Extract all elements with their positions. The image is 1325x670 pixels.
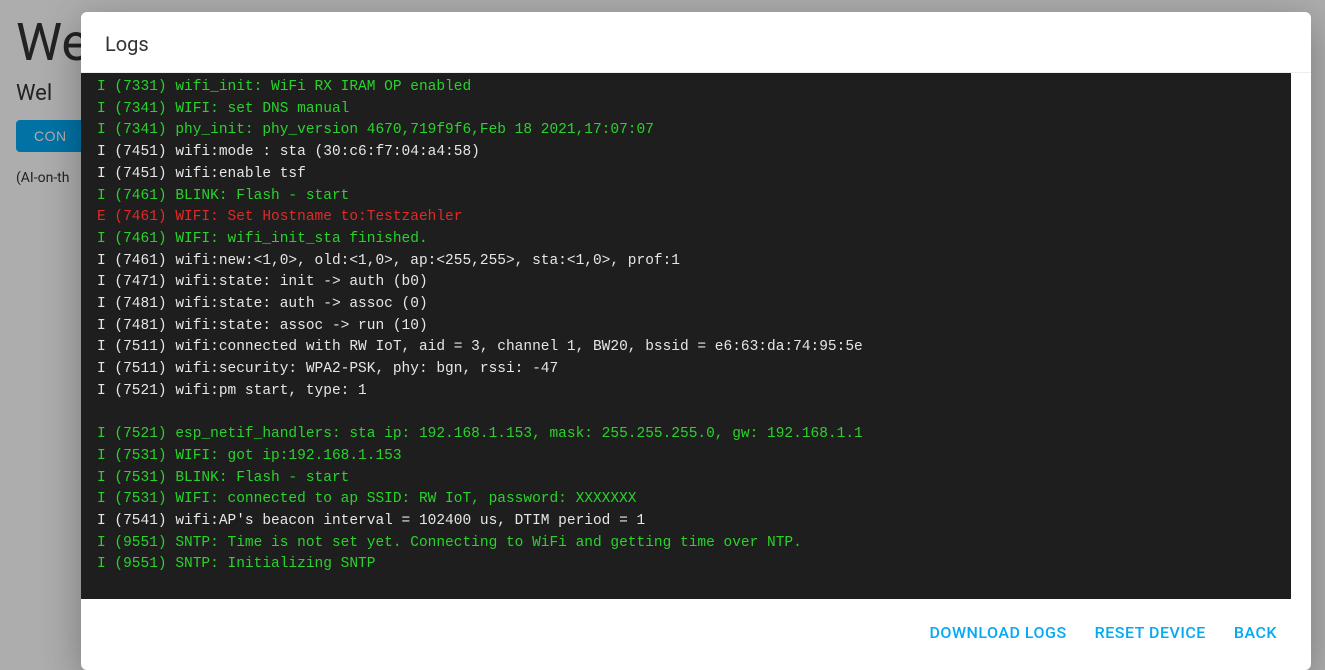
- log-line: I (7521) wifi:pm start, type: 1: [97, 381, 1275, 403]
- log-line: I (7521) esp_netif_handlers: sta ip: 192…: [97, 424, 1275, 446]
- log-line: E (7461) WIFI: Set Hostname to:Testzaehl…: [97, 207, 1275, 229]
- log-line: [97, 403, 1275, 425]
- log-line: I (7461) wifi:new:<1,0>, old:<1,0>, ap:<…: [97, 251, 1275, 273]
- log-line: I (7341) phy_init: phy_version 4670,719f…: [97, 120, 1275, 142]
- dialog-title: Logs: [105, 32, 1287, 56]
- log-line: I (7341) WIFI: set DNS manual: [97, 99, 1275, 121]
- log-line: I (7481) wifi:state: auth -> assoc (0): [97, 294, 1275, 316]
- log-line: I (9551) SNTP: Time is not set yet. Conn…: [97, 533, 1275, 555]
- reset-device-button[interactable]: RESET DEVICE: [1085, 617, 1216, 648]
- log-line: I (7331) wifi_init: WiFi RX IRAM OP enab…: [97, 77, 1275, 99]
- dialog-footer: DOWNLOAD LOGS RESET DEVICE BACK: [81, 599, 1311, 670]
- logs-dialog: Logs I (7331) wifi_init: WiFi RX IRAM OP…: [81, 12, 1311, 670]
- log-line: I (7511) wifi:connected with RW IoT, aid…: [97, 337, 1275, 359]
- dialog-header: Logs: [81, 12, 1311, 73]
- log-line: I (7471) wifi:state: init -> auth (b0): [97, 272, 1275, 294]
- download-logs-button[interactable]: DOWNLOAD LOGS: [919, 617, 1076, 648]
- log-line: I (7451) wifi:enable tsf: [97, 164, 1275, 186]
- log-line: I (7531) BLINK: Flash - start: [97, 468, 1275, 490]
- log-line: I (7461) BLINK: Flash - start: [97, 186, 1275, 208]
- log-line: I (7541) wifi:AP's beacon interval = 102…: [97, 511, 1275, 533]
- log-output: I (7331) wifi_init: WiFi RX IRAM OP enab…: [81, 73, 1291, 599]
- dialog-body: I (7331) wifi_init: WiFi RX IRAM OP enab…: [81, 73, 1311, 599]
- log-line: I (7461) WIFI: wifi_init_sta finished.: [97, 229, 1275, 251]
- log-line: I (9551) SNTP: Initializing SNTP: [97, 554, 1275, 576]
- back-button[interactable]: BACK: [1224, 617, 1287, 648]
- log-line: I (7531) WIFI: got ip:192.168.1.153: [97, 446, 1275, 468]
- log-line: I (7511) wifi:security: WPA2-PSK, phy: b…: [97, 359, 1275, 381]
- log-line: I (7481) wifi:state: assoc -> run (10): [97, 316, 1275, 338]
- log-line: I (7531) WIFI: connected to ap SSID: RW …: [97, 489, 1275, 511]
- log-line: I (7451) wifi:mode : sta (30:c6:f7:04:a4…: [97, 142, 1275, 164]
- log-scroll-area[interactable]: I (7331) wifi_init: WiFi RX IRAM OP enab…: [81, 73, 1311, 599]
